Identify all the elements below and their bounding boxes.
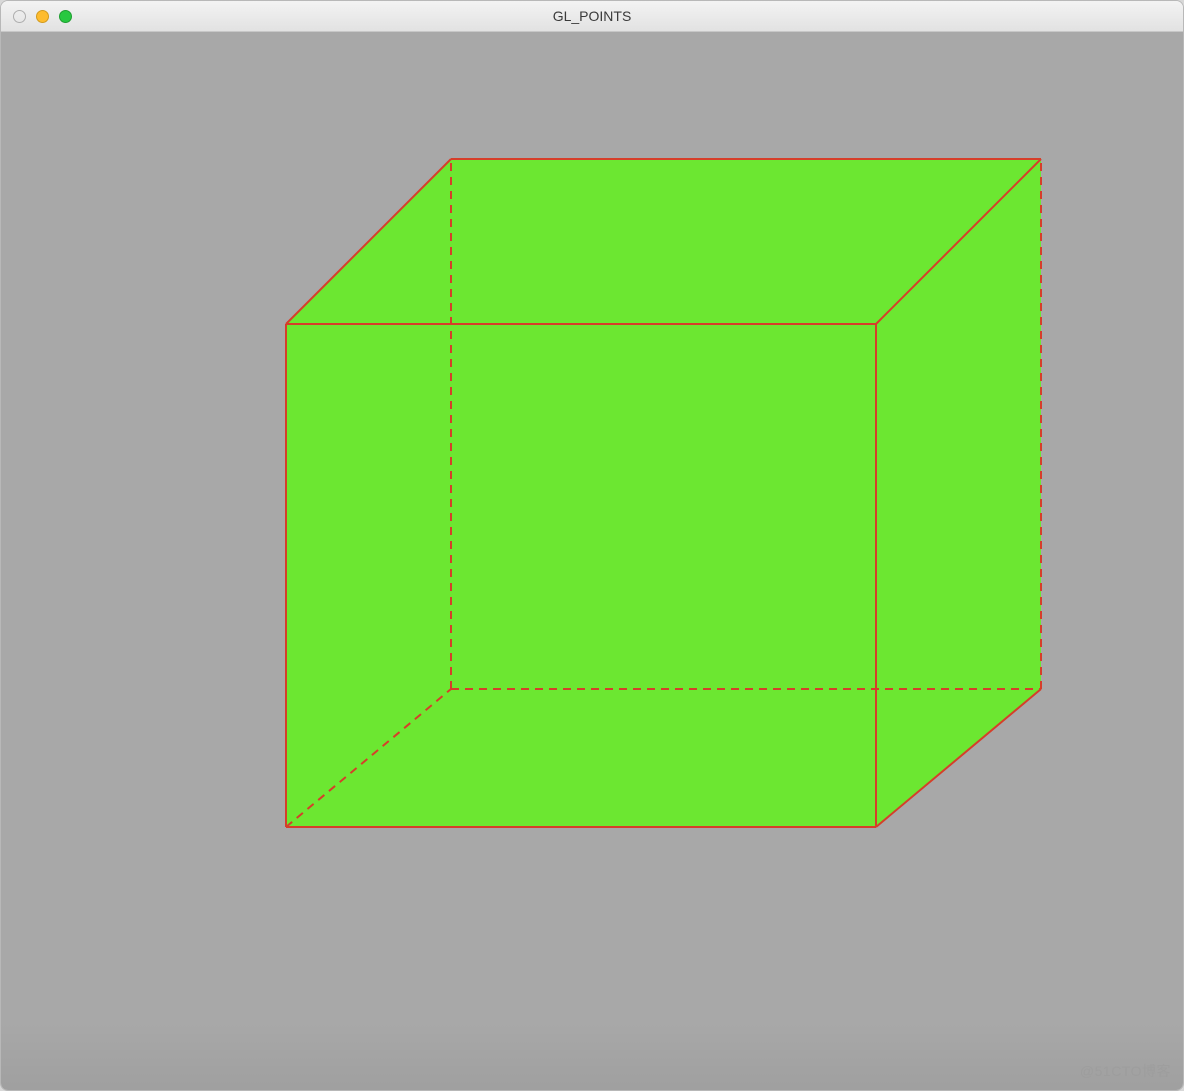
traffic-lights bbox=[13, 10, 72, 23]
cube-fill bbox=[286, 159, 1041, 827]
window-title: GL_POINTS bbox=[1, 8, 1183, 24]
close-icon[interactable] bbox=[13, 10, 26, 23]
minimize-icon[interactable] bbox=[36, 10, 49, 23]
opengl-viewport: @51CTO博客 bbox=[1, 32, 1183, 1091]
app-window: GL_POINTS @51CTO博客 bbox=[0, 0, 1184, 1091]
titlebar[interactable]: GL_POINTS bbox=[1, 1, 1183, 32]
zoom-icon[interactable] bbox=[59, 10, 72, 23]
cube-render bbox=[1, 32, 1183, 1091]
